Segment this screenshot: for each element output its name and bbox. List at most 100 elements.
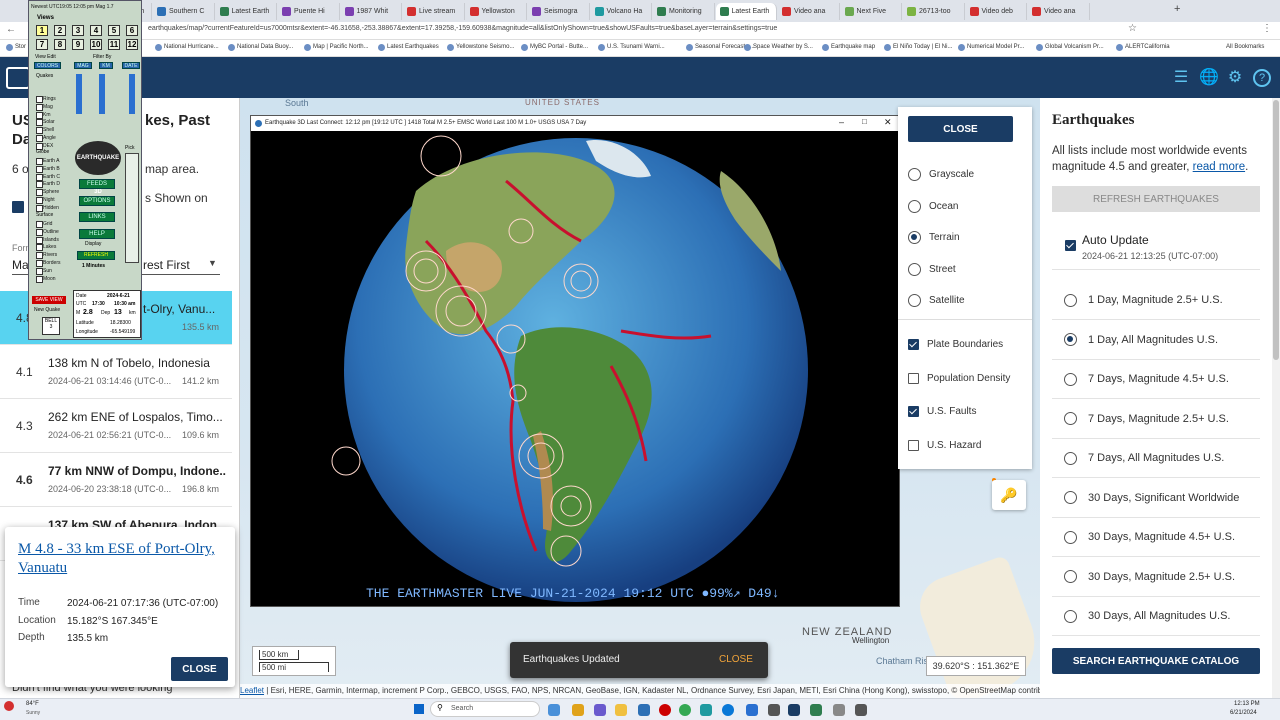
browser-tab[interactable]: Video ana xyxy=(778,3,840,20)
page-scrollbar[interactable] xyxy=(1272,98,1280,698)
bookmark-item[interactable]: Map | Pacific North... xyxy=(304,44,369,51)
control-checkbox[interactable]: DEX xyxy=(36,142,53,150)
feed-radio[interactable] xyxy=(1064,451,1077,465)
basemap-radio[interactable] xyxy=(908,294,921,307)
view-button[interactable]: 4 xyxy=(90,25,102,36)
overlay-option[interactable]: Plate Boundaries xyxy=(908,339,1003,350)
bookmark-item[interactable]: National Data Buoy... xyxy=(228,44,293,51)
control-checkbox[interactable]: Moon xyxy=(36,275,56,283)
weather-temp[interactable]: 84°F xyxy=(26,701,39,707)
sort-select[interactable]: Ma xyxy=(12,258,29,272)
refresh-button[interactable]: REFRESH xyxy=(77,251,115,260)
popup-close-button[interactable]: CLOSE xyxy=(171,657,228,681)
basemap-option[interactable]: Grayscale xyxy=(908,168,974,181)
control-checkbox[interactable]: Mag xyxy=(36,103,53,111)
view-button[interactable]: 1 xyxy=(36,25,48,36)
overlay-checkbox[interactable] xyxy=(908,372,919,384)
control-checkbox[interactable]: Angle xyxy=(36,135,56,142)
control-checkbox[interactable]: Sun xyxy=(36,267,52,275)
only-shown-checkbox[interactable] xyxy=(12,201,24,213)
bookmark-item[interactable]: El Niño Today | El Ni... xyxy=(884,44,952,51)
feed-option[interactable]: 7 Days, Magnitude 2.5+ U.S. xyxy=(1052,400,1260,439)
control-checkbox[interactable]: Outline xyxy=(36,228,59,236)
bookmark-item[interactable]: Yellowstone Seismo... xyxy=(447,44,514,51)
control-checkbox[interactable]: Lakes xyxy=(36,244,56,252)
browser-tab[interactable]: Puente Hi xyxy=(278,3,340,20)
legend-key-icon[interactable]: 🔑 xyxy=(992,480,1026,510)
feed-radio[interactable] xyxy=(1064,412,1077,425)
layers-close-button[interactable]: CLOSE xyxy=(908,116,1013,142)
browser-tab[interactable]: Latest Earth xyxy=(216,3,277,20)
control-checkbox[interactable]: Earth C xyxy=(36,173,60,181)
browser-tab[interactable]: Southern C xyxy=(153,3,215,20)
app-icon[interactable] xyxy=(833,704,845,716)
refresh-interval[interactable]: 1 Minutes xyxy=(82,263,105,269)
bookmark-item[interactable]: Space Weather by S... xyxy=(744,44,813,51)
app-icon[interactable] xyxy=(810,704,822,716)
date-filter-button[interactable]: DATE xyxy=(122,62,140,69)
globe-icon[interactable]: 🌐 xyxy=(1199,69,1219,87)
taskbar-search[interactable]: ⚲ Search xyxy=(430,701,540,717)
overlay-option[interactable]: U.S. Hazard xyxy=(908,440,981,452)
control-checkbox[interactable]: Earth B xyxy=(36,165,60,173)
eq3d-control-panel[interactable]: Newest UTC19:05 12:05 pm Mag 1.7 Views 1… xyxy=(28,0,142,340)
browser-tab[interactable]: Yellowston xyxy=(466,3,527,20)
store-icon[interactable] xyxy=(746,704,758,716)
feed-radio[interactable] xyxy=(1064,491,1077,504)
new-tab-icon[interactable]: + xyxy=(1174,3,1180,15)
links-button[interactable]: LINKS xyxy=(79,212,115,222)
bookmark-item[interactable]: Latest Earthquakes xyxy=(378,44,439,51)
clock-time[interactable]: 12:13 PM xyxy=(1234,701,1260,707)
feeds-button[interactable]: FEEDS xyxy=(79,179,115,189)
edge-icon[interactable] xyxy=(722,704,734,716)
task-view-icon[interactable] xyxy=(548,704,560,716)
browser-tab[interactable]: 1987 Whit xyxy=(341,3,402,20)
eq-list-row[interactable]: 4.3 262 km ENE of Lospalos, Timo... 2024-0… xyxy=(0,399,232,453)
close-window-icon[interactable]: ✕ xyxy=(884,117,892,128)
overlay-option[interactable]: Population Density xyxy=(908,372,1010,384)
overlay-checkbox[interactable] xyxy=(908,339,919,350)
maximize-icon[interactable]: □ xyxy=(862,117,867,126)
read-more-link[interactable]: read more xyxy=(1193,161,1245,173)
bookmark-item[interactable]: Earthquake map xyxy=(822,44,875,51)
view-button[interactable]: 5 xyxy=(108,25,120,36)
browser-tab[interactable]: Seismogra xyxy=(528,3,590,20)
feed-radio[interactable] xyxy=(1064,570,1077,583)
toast-close-button[interactable]: CLOSE xyxy=(719,654,753,665)
view-button[interactable]: 12 xyxy=(126,39,138,50)
auto-update-checkbox[interactable] xyxy=(1065,240,1076,251)
help-icon[interactable]: ? xyxy=(1253,69,1271,87)
weather-icon[interactable] xyxy=(4,701,14,711)
address-bar[interactable]: ← earthquakes/map/?currentFeatureId=us70… xyxy=(0,22,1280,40)
search-catalog-button[interactable]: SEARCH EARTHQUAKE CATALOG xyxy=(1052,648,1260,674)
feed-radio[interactable] xyxy=(1064,609,1077,623)
basemap-radio[interactable] xyxy=(908,231,921,244)
control-checkbox[interactable]: Grid xyxy=(36,221,52,228)
chrome-icon[interactable] xyxy=(679,704,691,716)
bookmark-item[interactable]: National Hurricane... xyxy=(155,44,219,51)
app-icon[interactable] xyxy=(855,704,867,716)
folder-icon[interactable] xyxy=(615,704,627,716)
control-checkbox[interactable]: Shell xyxy=(36,127,54,135)
usgs-logo[interactable] xyxy=(6,67,30,89)
control-checkbox[interactable]: Earth A xyxy=(36,158,59,165)
view-button[interactable]: 9 xyxy=(72,39,84,50)
view-button[interactable]: 10 xyxy=(90,39,102,50)
feed-radio[interactable] xyxy=(1064,293,1077,307)
view-button[interactable]: 3 xyxy=(72,25,84,36)
refresh-earthquakes-button[interactable]: REFRESH EARTHQUAKES xyxy=(1052,186,1260,212)
control-checkbox[interactable]: Earth D xyxy=(36,181,60,189)
feed-option[interactable]: 1 Day, Magnitude 2.5+ U.S. xyxy=(1052,281,1260,320)
leaflet-link[interactable]: Leaflet xyxy=(240,686,264,695)
view-button[interactable]: 8 xyxy=(54,39,66,50)
clock-date[interactable]: 6/21/2024 xyxy=(1230,710,1257,716)
bookmark-item[interactable]: Global Volcanism Pr... xyxy=(1036,44,1104,51)
control-checkbox[interactable]: Km xyxy=(36,111,51,119)
control-checkbox[interactable]: Borders xyxy=(36,260,61,267)
overlay-checkbox[interactable] xyxy=(908,440,919,452)
feed-option[interactable]: 7 Days, Magnitude 4.5+ U.S. xyxy=(1052,360,1260,399)
scrollbar-thumb[interactable] xyxy=(1273,100,1279,360)
popup-title-link[interactable]: M 4.8 - 33 km ESE of Port-Olry, Vanuatu xyxy=(18,540,218,578)
feed-radio[interactable] xyxy=(1064,530,1077,544)
mail-icon[interactable] xyxy=(638,704,650,716)
